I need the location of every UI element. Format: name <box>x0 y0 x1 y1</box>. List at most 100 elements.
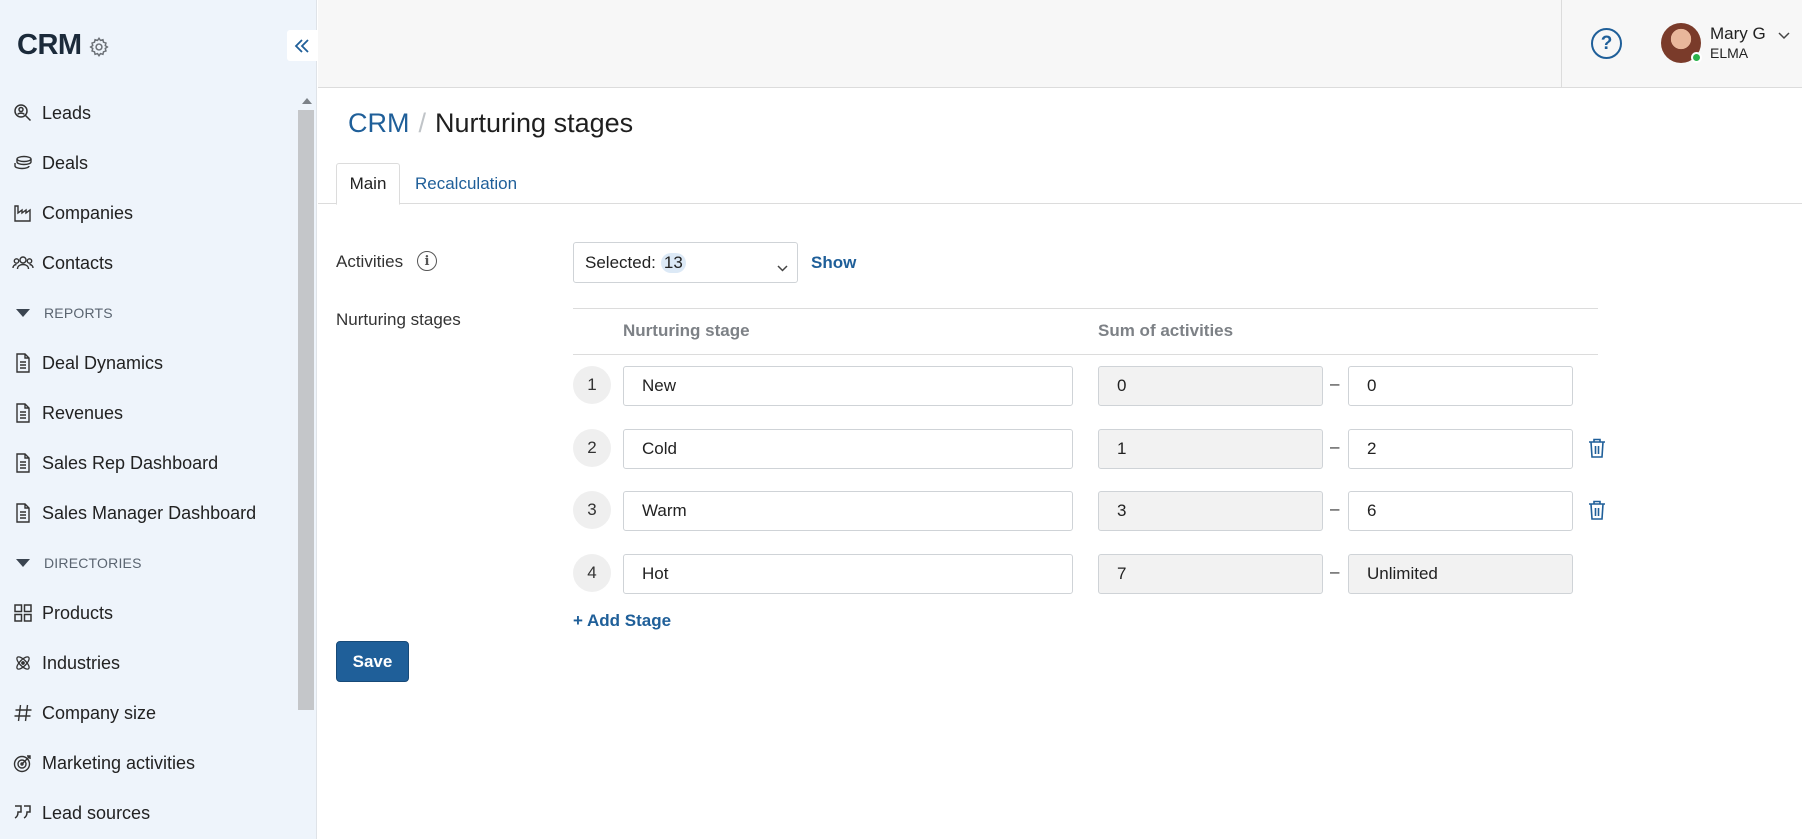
stage-number: 1 <box>573 366 611 404</box>
sidebar-item-label: Marketing activities <box>42 752 196 773</box>
sidebar-item-industries[interactable]: Industries <box>0 638 296 688</box>
stage-name-input[interactable]: Warm <box>623 491 1073 531</box>
sidebar-item-deals[interactable]: Deals <box>0 138 296 188</box>
sidebar-item-marketing-activities[interactable]: Marketing activities <box>0 738 296 788</box>
breadcrumb-crm-link[interactable]: CRM <box>348 108 410 139</box>
breadcrumb: CRM / Nurturing stages <box>348 108 633 139</box>
stage-row: 3 Warm 3 – 6 <box>573 491 1613 531</box>
search-person-icon <box>12 102 34 124</box>
hash-icon <box>12 702 34 724</box>
sidebar-item-label: Industries <box>42 652 121 673</box>
activities-select[interactable]: Selected: 13 <box>573 242 798 283</box>
sidebar-item-label: Contacts <box>42 252 114 273</box>
user-org: ELMA <box>1710 45 1749 61</box>
coins-icon <box>12 152 34 174</box>
document-icon <box>12 452 34 474</box>
user-name[interactable]: Mary G <box>1710 24 1766 44</box>
sidebar-item-label: Leads <box>42 102 92 123</box>
tab-recalculation[interactable]: Recalculation <box>415 163 517 204</box>
add-stage-button[interactable]: + Add Stage <box>573 611 671 631</box>
reports-section-toggle[interactable]: REPORTS <box>0 288 296 338</box>
activities-label: Activities <box>336 252 404 271</box>
sidebar-scrollbar[interactable] <box>296 90 316 839</box>
sum-from-field: 3 <box>1098 491 1323 531</box>
sidebar-item-label: Company size <box>42 702 157 723</box>
column-header-sum: Sum of activities <box>1098 321 1234 340</box>
sidebar-item-company-size[interactable]: Company size <box>0 688 296 738</box>
sidebar-item-sales-rep-dashboard[interactable]: Sales Rep Dashboard <box>0 438 296 488</box>
document-icon <box>12 502 34 524</box>
sum-from-field: 7 <box>1098 554 1323 594</box>
sidebar-item-deal-dynamics[interactable]: Deal Dynamics <box>0 338 296 388</box>
range-dash: – <box>1330 374 1340 393</box>
atom-icon <box>12 652 34 674</box>
range-dash: – <box>1330 499 1340 518</box>
sidebar-item-sales-manager-dashboard[interactable]: Sales Manager Dashboard <box>0 488 296 538</box>
quote-icon <box>12 802 34 824</box>
people-icon <box>12 252 34 274</box>
sum-to-input[interactable]: 2 <box>1348 429 1573 469</box>
document-icon <box>12 352 34 374</box>
factory-icon <box>12 202 34 224</box>
sum-to-field: Unlimited <box>1348 554 1573 594</box>
scroll-up-arrow-icon[interactable] <box>302 98 312 104</box>
grid-icon <box>12 602 34 624</box>
sidebar-item-label: Deals <box>42 152 89 173</box>
sum-from-field: 0 <box>1098 366 1323 406</box>
sidebar-header: CRM <box>0 0 317 90</box>
sidebar-item-label: Deal Dynamics <box>42 352 164 373</box>
sidebar-item-products[interactable]: Products <box>0 588 296 638</box>
tab-main[interactable]: Main <box>336 163 400 205</box>
sidebar-item-contacts[interactable]: Contacts <box>0 238 296 288</box>
caret-down-icon <box>16 309 30 317</box>
sum-to-input[interactable]: 0 <box>1348 366 1573 406</box>
directories-section-toggle[interactable]: DIRECTORIES <box>0 538 296 588</box>
divider <box>573 308 1598 309</box>
stage-name-input[interactable]: New <box>623 366 1073 406</box>
top-bar: ? Mary G ELMA <box>318 0 1802 88</box>
stage-number: 4 <box>573 554 611 592</box>
sidebar-item-label: Sales Rep Dashboard <box>42 452 219 473</box>
chevron-down-icon[interactable] <box>1778 27 1790 45</box>
delete-stage-icon[interactable] <box>1588 500 1606 525</box>
target-icon <box>12 752 34 774</box>
sidebar-item-label: Companies <box>42 202 134 223</box>
sidebar-item-leads[interactable]: Leads <box>0 88 296 138</box>
gear-icon[interactable] <box>88 36 110 58</box>
show-activities-link[interactable]: Show <box>811 253 856 273</box>
sidebar-item-label: Lead sources <box>42 802 151 823</box>
sidebar-item-companies[interactable]: Companies <box>0 188 296 238</box>
range-dash: – <box>1330 437 1340 456</box>
stage-name-input[interactable]: Cold <box>623 429 1073 469</box>
sidebar-nav: Leads Deals Companies Contacts REPORTS D… <box>0 88 296 838</box>
tab-bar: Main Recalculation <box>318 163 1802 205</box>
info-icon[interactable]: i <box>417 251 437 271</box>
app-title: CRM <box>17 28 82 61</box>
divider <box>573 354 1598 355</box>
caret-down-icon <box>16 559 30 567</box>
breadcrumb-separator: / <box>418 108 427 138</box>
stage-number: 3 <box>573 491 611 529</box>
sidebar-item-revenues[interactable]: Revenues <box>0 388 296 438</box>
online-status-dot <box>1691 52 1702 63</box>
sidebar-item-lead-sources[interactable]: Lead sources <box>0 788 296 838</box>
chevron-down-icon <box>777 257 788 277</box>
sum-to-input[interactable]: 6 <box>1348 491 1573 531</box>
document-icon <box>12 402 34 424</box>
save-button[interactable]: Save <box>336 641 409 682</box>
page-title: Nurturing stages <box>435 108 634 138</box>
column-header-stage: Nurturing stage <box>623 321 750 340</box>
select-prefix: Selected: <box>585 252 656 272</box>
scrollbar-thumb[interactable] <box>298 110 314 710</box>
stage-name-input[interactable]: Hot <box>623 554 1073 594</box>
sidebar-item-label: Products <box>42 602 114 623</box>
stage-row: 4 Hot 7 – Unlimited <box>573 554 1613 594</box>
help-icon[interactable]: ? <box>1591 28 1622 59</box>
double-chevron-left-icon <box>294 38 309 53</box>
stage-row: 2 Cold 1 – 2 <box>573 429 1613 469</box>
section-label: REPORTS <box>44 305 113 321</box>
collapse-sidebar-button[interactable] <box>287 30 317 61</box>
delete-stage-icon[interactable] <box>1588 438 1606 463</box>
section-label: DIRECTORIES <box>44 555 142 571</box>
sidebar: CRM Leads Deals Companies Contacts REPOR… <box>0 0 317 839</box>
